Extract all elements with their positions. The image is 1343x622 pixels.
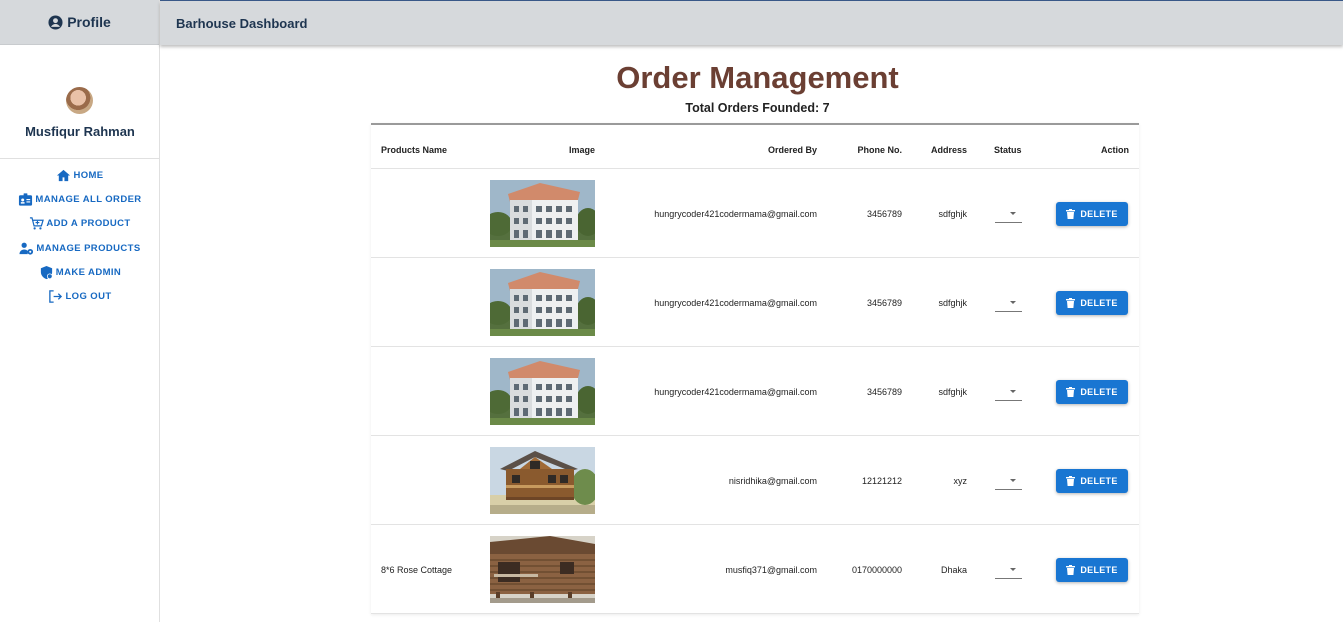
ordered-by-email: hungrycoder421codermama@gmail.com — [654, 387, 817, 397]
header-ordered-by: Ordered By — [767, 145, 817, 155]
product-image — [490, 536, 595, 603]
table-header-row: Products Name Image Ordered By Phone No.… — [371, 125, 1139, 169]
address: Dhaka — [940, 565, 967, 575]
header-action: Action — [1101, 145, 1129, 155]
sidebar-item-home[interactable]: HOME — [0, 163, 160, 187]
page-title: Order Management — [616, 60, 899, 95]
logout-icon — [49, 290, 63, 303]
trash-icon — [1066, 298, 1076, 308]
address: xyz — [953, 476, 968, 486]
home-icon — [57, 169, 71, 181]
ordered-by-email: hungrycoder421codermama@gmail.com — [654, 298, 817, 308]
header-address: Address — [930, 145, 967, 155]
sidebar-item-logout[interactable]: LOG OUT — [0, 284, 160, 308]
delete-button[interactable]: DELETE — [1056, 202, 1128, 226]
product-image — [490, 180, 595, 247]
user-circle-icon — [48, 14, 63, 30]
trash-icon — [1066, 565, 1076, 575]
address: sdfghjk — [938, 298, 967, 308]
phone-number: 3456789 — [866, 298, 902, 308]
delete-button-label: DELETE — [1080, 565, 1118, 575]
phone-number: 0170000000 — [851, 565, 902, 575]
address: sdfghjk — [938, 209, 967, 219]
chevron-down-icon — [1010, 212, 1016, 215]
trash-icon — [1066, 476, 1076, 486]
table-row: hungrycoder421codermama@gmail.com 3456789… — [371, 347, 1139, 436]
avatar — [66, 87, 93, 114]
header-products-name: Products Name — [381, 145, 448, 155]
ordered-by-email: musfiq371@gmail.com — [725, 565, 817, 575]
sidebar-item-label: HOME — [73, 169, 104, 181]
users-cog-icon — [19, 242, 34, 255]
profile-header-label: Profile — [67, 14, 111, 30]
table-row: hungrycoder421codermama@gmail.com 3456789… — [371, 169, 1139, 258]
delete-button[interactable]: DELETE — [1056, 380, 1128, 404]
header-phone: Phone No. — [857, 145, 903, 155]
product-image — [490, 358, 595, 425]
table-row: nisridhika@gmail.com 12121212 xyz DELETE — [371, 436, 1139, 525]
id-card-icon — [19, 193, 33, 206]
header-image: Image — [568, 145, 595, 155]
status-select[interactable] — [995, 205, 1022, 223]
sidebar-item-label: MANAGE PRODUCTS — [36, 242, 141, 254]
main-content: Order Management Total Orders Founded: 7… — [160, 45, 1343, 622]
chevron-down-icon — [1010, 568, 1016, 571]
delete-button[interactable]: DELETE — [1056, 291, 1128, 315]
sidebar-nav: HOME MANAGE ALL ORDER ADD A PRODUCT MANA… — [0, 163, 160, 309]
shield-icon — [40, 265, 53, 279]
phone-number: 3456789 — [866, 387, 902, 397]
cart-plus-icon — [30, 217, 45, 230]
delete-button-label: DELETE — [1080, 476, 1118, 486]
status-select[interactable] — [995, 294, 1022, 312]
sidebar-item-label: LOG OUT — [65, 291, 112, 303]
sidebar-divider — [0, 158, 159, 159]
chevron-down-icon — [1010, 301, 1016, 304]
ordered-by-email: hungrycoder421codermama@gmail.com — [654, 209, 817, 219]
app-bar: Barhouse Dashboard — [160, 1, 1343, 45]
delete-button-label: DELETE — [1080, 298, 1118, 308]
ordered-by-email: nisridhika@gmail.com — [728, 476, 817, 486]
address: sdfghjk — [938, 387, 967, 397]
sidebar-item-manage-all-order[interactable]: MANAGE ALL ORDER — [0, 187, 160, 211]
product-name: 8*6 Rose Cottage — [381, 565, 453, 575]
profile-header[interactable]: Profile — [0, 0, 159, 45]
trash-icon — [1066, 387, 1076, 397]
chevron-down-icon — [1010, 479, 1016, 482]
phone-number: 12121212 — [861, 476, 902, 486]
header-status: Status — [994, 145, 1022, 155]
delete-button[interactable]: DELETE — [1056, 558, 1128, 582]
sidebar-item-make-admin[interactable]: MAKE ADMIN — [0, 260, 160, 284]
table-row: 8*6 Rose Cottage musfiq371@gmail.com 0170… — [371, 525, 1139, 614]
sidebar-item-add-product[interactable]: ADD A PRODUCT — [0, 212, 160, 236]
delete-button-label: DELETE — [1080, 209, 1118, 219]
delete-button[interactable]: DELETE — [1056, 469, 1128, 493]
order-count: Total Orders Founded: 7 — [685, 101, 830, 115]
app-title: Barhouse Dashboard — [176, 15, 308, 31]
table-row: hungrycoder421codermama@gmail.com 3456789… — [371, 258, 1139, 347]
status-select[interactable] — [995, 383, 1022, 401]
chevron-down-icon — [1010, 390, 1016, 393]
status-select[interactable] — [995, 472, 1022, 490]
user-name: Musfiqur Rahman — [25, 124, 135, 139]
sidebar-item-label: ADD A PRODUCT — [46, 218, 131, 230]
orders-table: Products Name Image Ordered By Phone No.… — [371, 123, 1139, 614]
product-image — [490, 269, 595, 336]
sidebar: Profile Musfiqur Rahman HOME MANAGE ALL … — [0, 0, 160, 622]
trash-icon — [1066, 209, 1076, 219]
phone-number: 3456789 — [866, 209, 902, 219]
status-select[interactable] — [995, 561, 1022, 579]
delete-button-label: DELETE — [1080, 387, 1118, 397]
product-image — [490, 447, 595, 514]
sidebar-item-label: MAKE ADMIN — [55, 266, 122, 278]
sidebar-item-label: MANAGE ALL ORDER — [35, 193, 142, 205]
sidebar-item-manage-products[interactable]: MANAGE PRODUCTS — [0, 236, 160, 260]
